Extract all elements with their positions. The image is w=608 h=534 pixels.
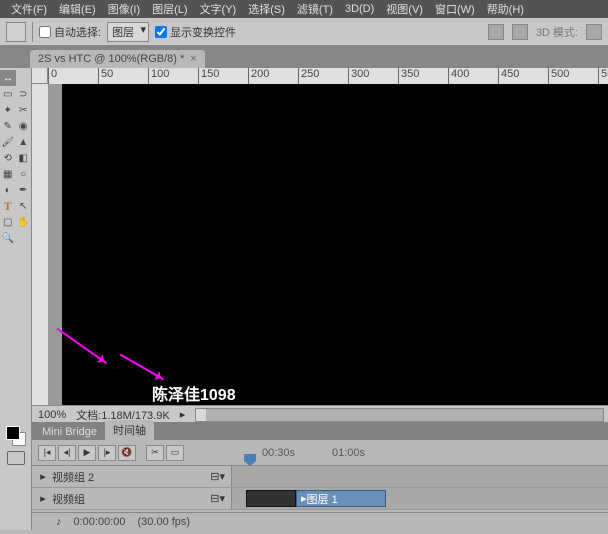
panel-tabs: Mini Bridge 时间轴 xyxy=(32,422,608,440)
track-label: 视频组 xyxy=(52,491,85,507)
eraser-tool[interactable]: ◧ xyxy=(16,150,32,166)
toolbox-bottom xyxy=(0,420,32,530)
pen-tool[interactable]: ✒ xyxy=(16,182,32,198)
lasso-tool[interactable]: ⊃ xyxy=(16,86,32,102)
menu-edit[interactable]: 编辑(E) xyxy=(54,1,101,17)
track-video-group[interactable]: ▸ 视频组 ⊟▾ ▸ 图层 1 xyxy=(32,488,608,510)
track-label: 视频组 2 xyxy=(52,469,94,485)
info-chevron-icon[interactable]: ▸ xyxy=(180,408,186,421)
clip-dark[interactable] xyxy=(246,490,296,507)
close-icon[interactable]: × xyxy=(190,53,196,65)
mode-3d-label: 3D 模式: xyxy=(536,24,578,40)
hand-tool[interactable]: ✋ xyxy=(16,214,32,230)
crop-tool[interactable]: ✂ xyxy=(16,102,32,118)
eyedropper-tool[interactable]: ✎ xyxy=(0,118,16,134)
history-brush-tool[interactable]: ⟲ xyxy=(0,150,16,166)
mode-3d-icon[interactable] xyxy=(586,24,602,40)
split-clip-button[interactable]: ✂ xyxy=(146,445,164,461)
color-swatch[interactable] xyxy=(6,426,26,446)
menu-window[interactable]: 窗口(W) xyxy=(430,1,480,17)
brush-tool[interactable]: 🖌 xyxy=(0,134,16,150)
clip-label: 图层 1 xyxy=(307,491,338,507)
ruler-origin[interactable] xyxy=(32,68,48,84)
tab-timeline[interactable]: 时间轴 xyxy=(105,420,154,440)
menu-help[interactable]: 帮助(H) xyxy=(482,1,529,17)
expand-icon[interactable]: ▸ xyxy=(38,470,48,483)
foreground-color[interactable] xyxy=(6,426,20,440)
menu-select[interactable]: 选择(S) xyxy=(243,1,290,17)
toolbox: ↔ ▭⊃ ✦✂ ✎◉ 🖌▲ ⟲◧ ▦○ ◐✒ T↖ ▢✋ 🔍 xyxy=(0,68,32,423)
blur-tool[interactable]: ○ xyxy=(16,166,32,182)
document-tab[interactable]: 2S vs HTC @ 100%(RGB/8) * × xyxy=(30,50,205,68)
canvas[interactable]: 陈泽佳1098 xyxy=(62,84,608,423)
text-tool[interactable]: T xyxy=(0,198,16,214)
healing-tool[interactable]: ◉ xyxy=(16,118,32,134)
goto-first-frame-button[interactable]: |◂ xyxy=(38,445,56,461)
auto-select-dropdown[interactable]: 图层 xyxy=(107,22,149,42)
track-menu-icon[interactable]: ⊟▾ xyxy=(210,492,225,505)
path-tool[interactable]: ↖ xyxy=(16,198,32,214)
align-icon-1[interactable] xyxy=(488,24,504,40)
transition-button[interactable]: ▭ xyxy=(166,445,184,461)
ruler-horizontal[interactable]: 050100150200250300350400450500550 xyxy=(48,68,608,84)
menu-type[interactable]: 文字(Y) xyxy=(195,1,242,17)
canvas-text-layer[interactable]: 陈泽佳1098 xyxy=(152,381,236,405)
menu-layer[interactable]: 图层(L) xyxy=(147,1,192,17)
zoom-level[interactable]: 100% xyxy=(38,409,66,421)
fps-display: (30.00 fps) xyxy=(138,516,191,528)
clip-layer-1[interactable]: ▸ 图层 1 xyxy=(296,490,386,507)
audio-track-icon[interactable]: ♪ xyxy=(56,516,62,528)
marquee-tool[interactable]: ▭ xyxy=(0,86,16,102)
move-tool[interactable]: ↔ xyxy=(0,70,16,86)
timeline-ruler[interactable]: 00:30s 01:00s xyxy=(232,440,608,466)
next-frame-button[interactable]: |▸ xyxy=(98,445,116,461)
document-tab-title: 2S vs HTC @ 100%(RGB/8) * xyxy=(38,53,184,65)
track-menu-icon[interactable]: ⊟▾ xyxy=(210,470,225,483)
audio-toggle-button[interactable]: 🔇 xyxy=(118,445,136,461)
document-tab-bar: 2S vs HTC @ 100%(RGB/8) * × xyxy=(0,46,608,68)
canvas-area: 050100150200250300350400450500550 陈泽佳109… xyxy=(32,68,608,423)
menu-view[interactable]: 视图(V) xyxy=(381,1,428,17)
horizontal-scrollbar[interactable] xyxy=(195,408,604,422)
dodge-tool[interactable]: ◐ xyxy=(0,182,16,198)
quick-mask-toggle[interactable] xyxy=(7,451,25,465)
menu-filter[interactable]: 滤镜(T) xyxy=(292,1,338,17)
play-button[interactable]: ▶ xyxy=(78,445,96,461)
menu-bar: 文件(F) 编辑(E) 图像(I) 图层(L) 文字(Y) 选择(S) 滤镜(T… xyxy=(0,0,608,18)
options-bar: 自动选择: 图层 显示变换控件 3D 模式: xyxy=(0,18,608,46)
stamp-tool[interactable]: ▲ xyxy=(16,134,32,150)
menu-file[interactable]: 文件(F) xyxy=(6,1,52,17)
menu-3d[interactable]: 3D(D) xyxy=(340,3,379,15)
gradient-tool[interactable]: ▦ xyxy=(0,166,16,182)
zoom-tool[interactable]: 🔍 xyxy=(0,230,16,246)
show-transform-checkbox[interactable]: 显示变换控件 xyxy=(155,24,236,40)
ruler-vertical[interactable] xyxy=(32,84,48,423)
wand-tool[interactable]: ✦ xyxy=(0,102,16,118)
auto-select-label: 自动选择: xyxy=(54,24,101,40)
shape-tool[interactable]: ▢ xyxy=(0,214,16,230)
auto-select-checkbox[interactable]: 自动选择: xyxy=(39,24,101,40)
track-video-group-2[interactable]: ▸ 视频组 2 ⊟▾ xyxy=(32,466,608,488)
tab-mini-bridge[interactable]: Mini Bridge xyxy=(34,424,105,440)
timeline-panel: |◂ ◂| ▶ |▸ 🔇 ✂ ▭ 00:30s 01:00s ▸ 视频组 2 ⊟… xyxy=(32,440,608,530)
expand-icon[interactable]: ▸ xyxy=(38,492,48,505)
prev-frame-button[interactable]: ◂| xyxy=(58,445,76,461)
menu-image[interactable]: 图像(I) xyxy=(103,1,145,17)
timeline-footer: ♪ 0:00:00:00 (30.00 fps) xyxy=(32,512,608,530)
align-icon-2[interactable] xyxy=(512,24,528,40)
current-time[interactable]: 0:00:00:00 xyxy=(74,516,126,528)
show-transform-label: 显示变换控件 xyxy=(170,24,236,40)
timeline-controls: |◂ ◂| ▶ |▸ 🔇 ✂ ▭ 00:30s 01:00s xyxy=(32,440,608,466)
tool-preset-picker[interactable] xyxy=(6,22,26,42)
